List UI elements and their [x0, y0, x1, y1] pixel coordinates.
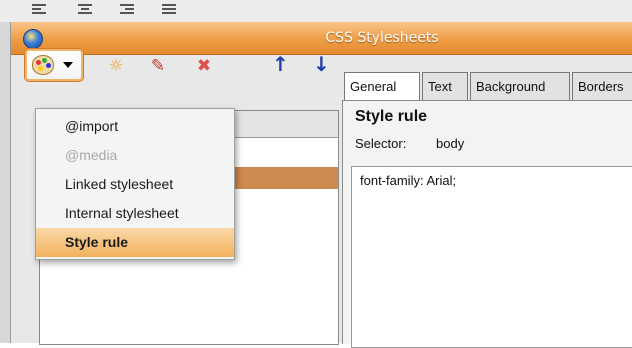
delete-icon[interactable]: ✖ — [194, 56, 214, 76]
align-justify-icon[interactable] — [162, 4, 178, 16]
menu-item-media: @media — [65, 147, 118, 163]
tab-text[interactable]: Text — [422, 72, 468, 100]
menu-item-import[interactable]: @import — [36, 112, 234, 141]
css-editor-text[interactable]: font-family: Arial; — [360, 173, 456, 188]
title-bar[interactable]: CSS Stylesheets — [11, 22, 632, 55]
align-center-icon[interactable] — [78, 4, 94, 16]
new-rule-dropdown-menu: @import @media Linked stylesheet Interna… — [35, 108, 235, 260]
background-toolbar — [0, 0, 632, 22]
rule-type-heading: Style rule — [355, 108, 428, 125]
menu-item-linked-stylesheet[interactable]: Linked stylesheet — [36, 170, 234, 199]
general-tab-panel: Style rule Selector: body font-family: A… — [342, 100, 632, 348]
edit-icon[interactable]: ✎ — [148, 56, 168, 76]
tab-borders[interactable]: Borders — [572, 72, 632, 100]
tab-general[interactable]: General — [344, 72, 420, 100]
align-left-icon[interactable] — [32, 4, 48, 16]
menu-item-style-rule[interactable]: Style rule — [36, 228, 234, 257]
up-arrow-icon[interactable]: ↑ — [272, 52, 289, 76]
selector-value[interactable]: body — [436, 136, 464, 151]
chevron-down-icon — [63, 62, 73, 68]
window-title: CSS Stylesheets — [325, 30, 439, 46]
menu-item-internal-stylesheet[interactable]: Internal stylesheet — [36, 199, 234, 228]
tab-background[interactable]: Background — [470, 72, 570, 100]
palette-icon — [32, 55, 54, 75]
selector-label: Selector: — [355, 136, 407, 151]
css-editor[interactable]: font-family: Arial; — [351, 166, 632, 348]
down-arrow-icon[interactable]: ↓ — [313, 52, 330, 76]
sun-arrow-icon[interactable]: ☼ — [106, 56, 126, 76]
align-right-icon[interactable] — [120, 4, 136, 16]
new-rule-menu-button[interactable] — [24, 48, 84, 82]
